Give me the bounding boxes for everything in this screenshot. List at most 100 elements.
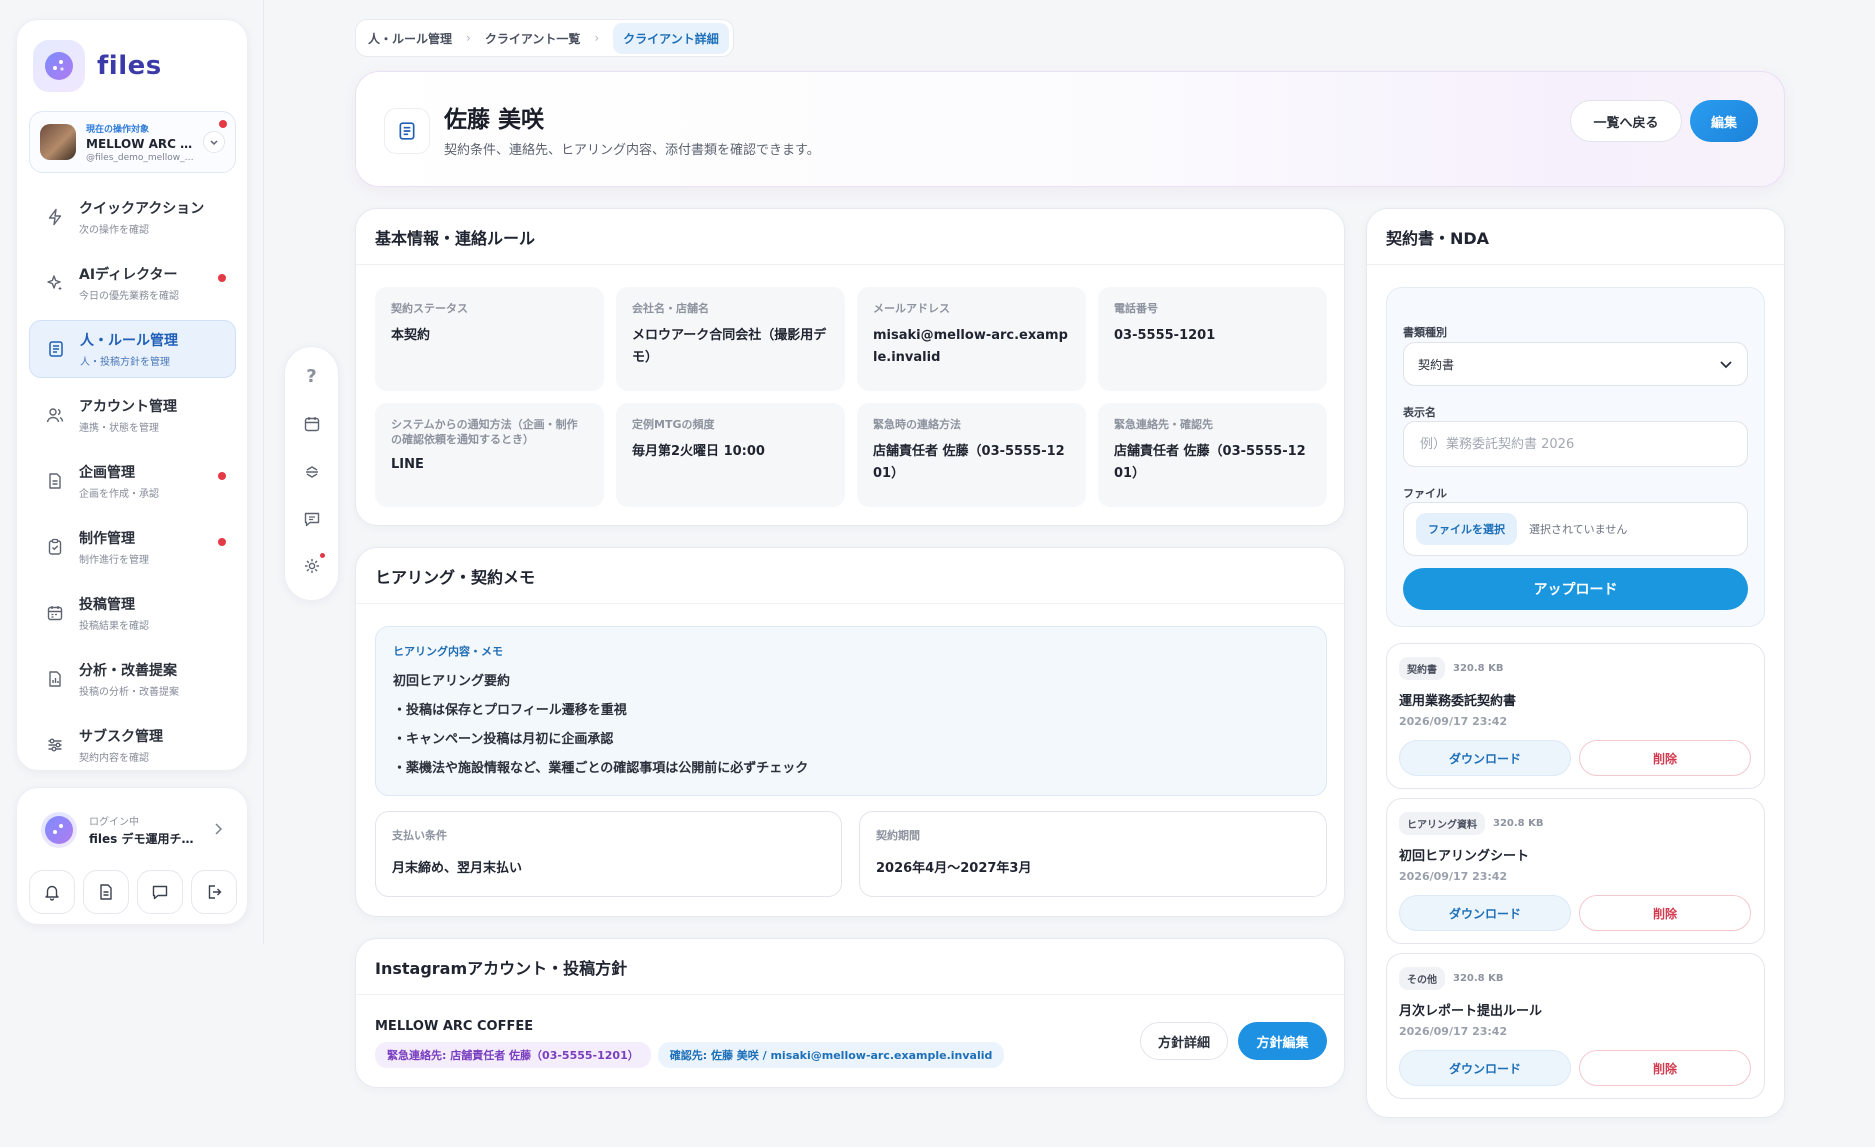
chevron-right-icon: › [594, 31, 600, 45]
documents-button[interactable] [83, 870, 129, 914]
breadcrumb-people-rules[interactable]: 人・ルール管理 [368, 30, 452, 47]
sidebar-item-ai-director[interactable]: AIディレクター 今日の優先業務を確認 [29, 254, 236, 312]
logo[interactable]: files [33, 40, 162, 92]
info-label: 緊急連絡先・確認先 [1114, 418, 1213, 431]
delete-button[interactable]: 削除 [1579, 895, 1751, 931]
notifications-button[interactable] [29, 870, 75, 914]
chevron-down-icon[interactable] [203, 131, 225, 153]
document-list-icon [384, 108, 430, 154]
notification-dot [218, 274, 226, 282]
sidebar-item-sub: 契約内容を確認 [79, 753, 149, 764]
choose-file-button[interactable]: ファイルを選択 [1416, 513, 1517, 545]
sidebar-item-analytics[interactable]: 分析・改善提案 投稿の分析・改善提案 [29, 650, 236, 708]
upload-button[interactable]: アップロード [1403, 568, 1748, 610]
sidebar-item-sub: 次の操作を確認 [79, 225, 149, 236]
calendar-button[interactable] [297, 410, 327, 437]
sidebar-item-title: 人・ルール管理 [80, 333, 178, 349]
sliders-icon [45, 735, 65, 755]
contract-period: 契約期間 2026年4月〜2027年3月 [859, 811, 1327, 897]
memo-line: ・投稿は保存とプロフィール遷移を重視 [393, 703, 627, 718]
policy-edit-button[interactable]: 方針編集 [1238, 1022, 1327, 1060]
doc-date: 2026/09/17 23:42 [1399, 1025, 1508, 1038]
sidebar-item-people-rules[interactable]: 人・ルール管理 人・投稿方針を管理 [29, 320, 236, 378]
sidebar-item-title: アカウント管理 [79, 399, 177, 415]
policy-detail-button[interactable]: 方針詳細 [1140, 1022, 1228, 1060]
info-label: 緊急時の連絡方法 [873, 418, 961, 431]
info-label: メールアドレス [873, 302, 950, 315]
user-name: files デモ運用チーム [89, 832, 199, 846]
file-status: 選択されていません [1529, 523, 1628, 536]
chevron-right-icon [213, 822, 223, 836]
payment-value: 月末締め、翌月末払い [392, 861, 523, 876]
info-label: 会社名・店舗名 [632, 302, 709, 315]
hearing-card: ヒアリング・契約メモ ヒアリング内容・メモ 初回ヒアリング要約 ・投稿は保存とプ… [355, 547, 1345, 917]
doc-name: 月次レポート提出ルール [1399, 1004, 1543, 1019]
logout-button[interactable] [191, 870, 237, 914]
delete-button[interactable]: 削除 [1579, 1050, 1751, 1086]
info-email: メールアドレス misaki@mellow-arc.example.invalid [857, 287, 1086, 391]
doc-type-badge: 契約書 [1399, 657, 1445, 680]
help-button[interactable]: ? [297, 363, 327, 390]
download-button[interactable]: ダウンロード [1399, 1050, 1571, 1086]
sidebar-item-quick-action[interactable]: クイックアクション次の操作を確認 [29, 188, 236, 246]
info-value: 03-5555-1201 [1114, 328, 1216, 344]
notification-dot [219, 120, 227, 128]
settings-icon [303, 557, 321, 575]
help-icon: ? [306, 366, 317, 388]
memo-line: ・薬機法や施設情報など、業種ごとの確認事項は公開前に必ずチェック [393, 761, 809, 776]
settings-button[interactable] [297, 552, 327, 580]
breadcrumb-client-detail: クライアント詳細 [613, 22, 729, 54]
info-label: 電話番号 [1114, 302, 1158, 315]
sidebar-item-planning[interactable]: 企画管理 企画を作成・承認 [29, 452, 236, 510]
sparkle-icon [45, 273, 65, 293]
download-button[interactable]: ダウンロード [1399, 895, 1571, 931]
sidebar-nav: クイックアクション次の操作を確認 AIディレクター 今日の優先業務を確認 人・ルー… [29, 188, 236, 782]
delete-button[interactable]: 削除 [1579, 740, 1751, 776]
payment-terms: 支払い条件 月末締め、翌月末払い [375, 811, 842, 897]
info-value: 本契約 [391, 328, 431, 344]
doc-type-select[interactable]: 契約書 [1403, 342, 1748, 386]
comments-button[interactable] [297, 505, 327, 532]
document-icon [97, 883, 115, 901]
contracts-card: 契約書・NDA 書類種別 契約書 表示名 ファイル ファイルを選択 選択されてい… [1366, 208, 1785, 1118]
sidebar-item-accounts[interactable]: アカウント管理 連携・状態を管理 [29, 386, 236, 444]
sidebar-item-posting[interactable]: 投稿管理 投稿結果を確認 [29, 584, 236, 642]
sidebar: files 現在の操作対象 MELLOW ARC COFFEE @files_d… [16, 19, 248, 771]
sort-button[interactable] [297, 458, 327, 485]
sidebar-item-title: クイックアクション [79, 201, 205, 217]
target-name: MELLOW ARC COFFEE [86, 136, 194, 151]
display-name-input[interactable] [1403, 421, 1748, 467]
period-value: 2026年4月〜2027年3月 [876, 861, 1032, 876]
info-notification-method: システムからの通知方法（企画・制作の確認依頼を通知するとき） LINE [375, 403, 604, 507]
doc-type-badge: その他 [1399, 967, 1445, 990]
chat-icon [151, 883, 169, 901]
back-to-list-button[interactable]: 一覧へ戻る [1570, 100, 1682, 142]
clipboard-icon [45, 537, 65, 557]
payment-label: 支払い条件 [392, 829, 447, 842]
section-title: 基本情報・連絡ルール [356, 209, 1344, 265]
doc-date: 2026/09/17 23:42 [1399, 870, 1508, 883]
document-item: 契約書 320.8 KB 運用業務委託契約書 2026/09/17 23:42 ダ… [1386, 643, 1765, 789]
user-label: ログイン中 [89, 817, 139, 828]
edit-button[interactable]: 編集 [1690, 100, 1758, 142]
page-subtitle: 契約条件、連絡先、ヒアリング内容、添付書類を確認できます。 [444, 143, 820, 158]
hearing-memo: ヒアリング内容・メモ 初回ヒアリング要約 ・投稿は保存とプロフィール遷移を重視 … [375, 626, 1327, 796]
sidebar-item-title: AIディレクター [79, 267, 178, 283]
info-value: メロウアーク合同会社（撮影用デモ） [632, 328, 827, 365]
target-account-switcher[interactable]: 現在の操作対象 MELLOW ARC COFFEE @files_demo_me… [29, 111, 236, 173]
download-button[interactable]: ダウンロード [1399, 740, 1571, 776]
section-title: Instagramアカウント・投稿方針 [356, 939, 1344, 995]
info-contract-status: 契約ステータス 本契約 [375, 287, 604, 391]
sidebar-item-production[interactable]: 制作管理 制作進行を管理 [29, 518, 236, 576]
info-meeting-frequency: 定例MTGの頻度 毎月第2火曜日 10:00 [616, 403, 845, 507]
doc-type-badge: ヒアリング資料 [1399, 812, 1485, 835]
breadcrumb-client-list[interactable]: クライアント一覧 [485, 30, 581, 47]
user-menu[interactable]: ログイン中 files デモ運用チーム [41, 812, 231, 848]
file-label: ファイル [1403, 487, 1447, 500]
users-icon [45, 405, 65, 425]
info-phone: 電話番号 03-5555-1201 [1098, 287, 1327, 391]
logo-text: files [97, 51, 162, 81]
messages-button[interactable] [137, 870, 183, 914]
sidebar-item-title: 企画管理 [79, 465, 135, 481]
sidebar-item-subscription[interactable]: サブスク管理 契約内容を確認 [29, 716, 236, 774]
